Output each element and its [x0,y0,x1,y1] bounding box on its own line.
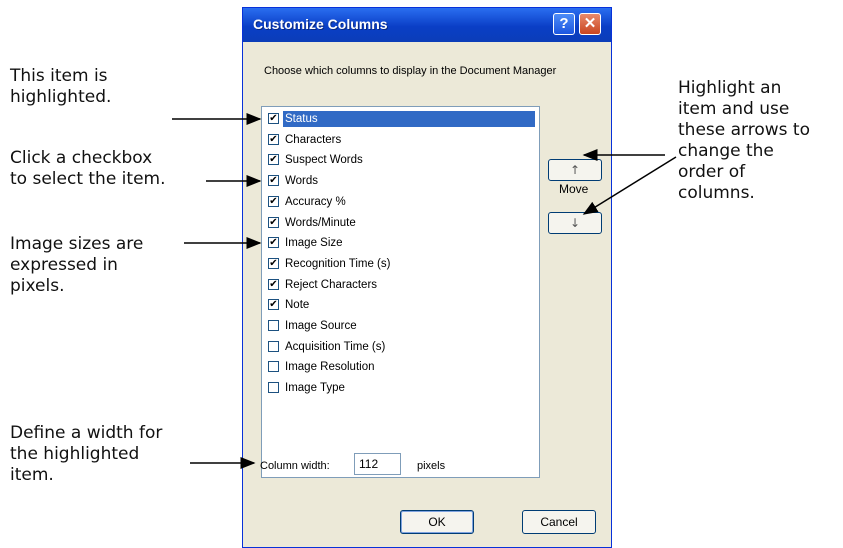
annotation-arrows-layer [172,113,677,469]
arrow-move-down [582,156,677,215]
